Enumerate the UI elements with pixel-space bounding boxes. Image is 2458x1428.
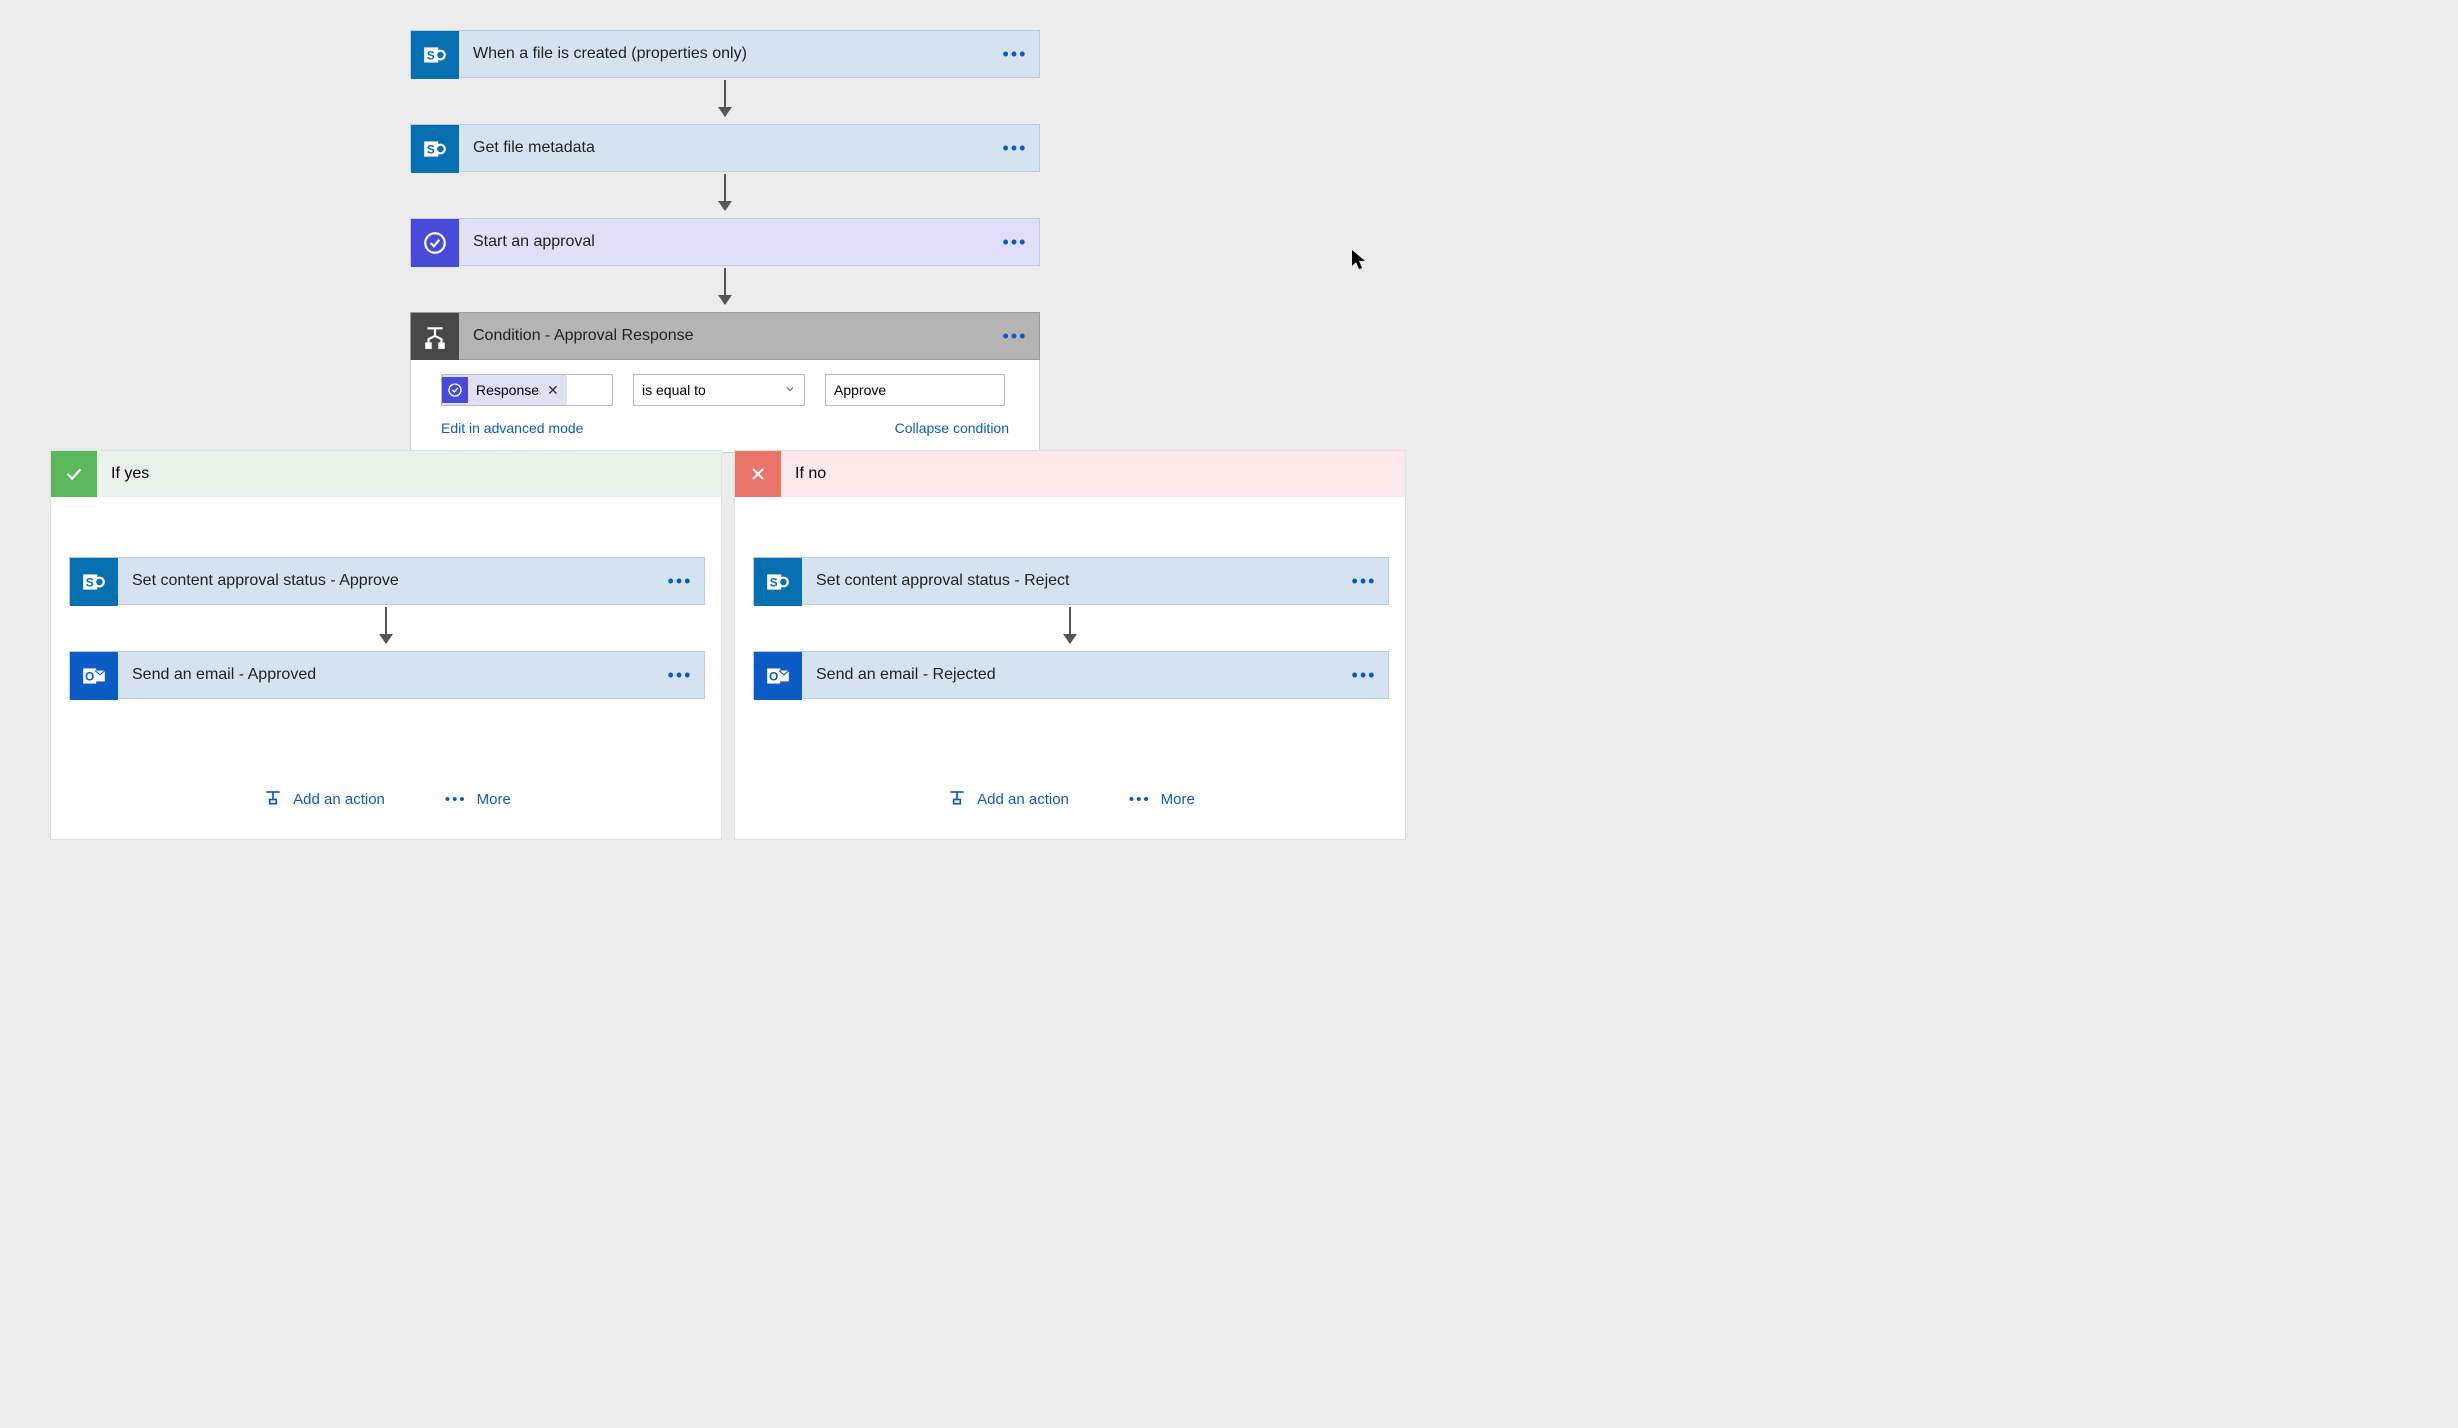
check-icon <box>51 451 97 497</box>
operator-value: is equal to <box>642 382 706 398</box>
branch-title: If yes <box>97 465 163 483</box>
link-label: More <box>477 791 511 808</box>
sharepoint-icon: S <box>754 558 802 606</box>
sharepoint-icon: S <box>411 125 459 173</box>
condition-value-input[interactable]: Approve <box>825 374 1005 406</box>
branch-header-yes: If yes <box>51 451 721 497</box>
more-icon: ••• <box>445 791 467 808</box>
flow-arrow-icon <box>724 80 726 116</box>
start-approval-step[interactable]: Start an approval ••• <box>410 218 1040 266</box>
edit-advanced-link[interactable]: Edit in advanced mode <box>441 420 583 436</box>
condition-left-operand[interactable]: Response ✕ <box>441 374 613 406</box>
step-title: Set content approval status - Approve <box>118 558 656 604</box>
step-menu-icon[interactable]: ••• <box>991 219 1039 265</box>
step-menu-icon[interactable]: ••• <box>991 313 1039 359</box>
svg-text:S: S <box>86 575 94 589</box>
outlook-icon: O <box>70 652 118 700</box>
flow-arrow-icon <box>385 607 387 643</box>
condition-step[interactable]: Condition - Approval Response ••• <box>410 312 1040 360</box>
approval-icon <box>411 219 459 267</box>
token-label: Response <box>476 382 539 398</box>
more-link[interactable]: ••• More <box>1129 787 1195 811</box>
response-token[interactable]: Response ✕ <box>442 375 567 405</box>
send-email-approved-step[interactable]: O Send an email - Approved ••• <box>69 651 705 699</box>
collapse-condition-link[interactable]: Collapse condition <box>895 420 1009 436</box>
value-text: Approve <box>834 382 886 398</box>
svg-text:S: S <box>427 48 435 62</box>
if-no-branch: If no S Set content approval status - Re… <box>734 450 1406 840</box>
step-menu-icon[interactable]: ••• <box>1340 558 1388 604</box>
mouse-cursor-icon <box>1350 248 1368 276</box>
branch-header-no: If no <box>735 451 1405 497</box>
step-title: When a file is created (properties only) <box>459 31 991 77</box>
step-menu-icon[interactable]: ••• <box>656 558 704 604</box>
condition-icon <box>411 313 459 361</box>
link-label: Add an action <box>977 791 1069 808</box>
svg-text:O: O <box>769 669 778 683</box>
step-title: Send an email - Approved <box>118 652 656 698</box>
get-metadata-step[interactable]: S Get file metadata ••• <box>410 124 1040 172</box>
set-approval-reject-step[interactable]: S Set content approval status - Reject •… <box>753 557 1389 605</box>
flow-arrow-icon <box>1069 607 1071 643</box>
condition-editor: Response ✕ is equal to Approve Edit in a… <box>410 360 1040 453</box>
trigger-step[interactable]: S When a file is created (properties onl… <box>410 30 1040 78</box>
remove-token-icon[interactable]: ✕ <box>547 382 559 399</box>
flow-arrow-icon <box>724 268 726 304</box>
step-title: Condition - Approval Response <box>459 313 991 359</box>
outlook-icon: O <box>754 652 802 700</box>
svg-text:S: S <box>770 575 778 589</box>
approval-icon <box>442 377 468 403</box>
add-action-icon <box>263 787 283 811</box>
step-menu-icon[interactable]: ••• <box>656 652 704 698</box>
link-label: Add an action <box>293 791 385 808</box>
branch-title: If no <box>781 465 840 483</box>
condition-operator-select[interactable]: is equal to <box>633 374 805 406</box>
step-menu-icon[interactable]: ••• <box>991 31 1039 77</box>
svg-text:S: S <box>427 142 435 156</box>
more-link[interactable]: ••• More <box>445 787 511 811</box>
sharepoint-icon: S <box>70 558 118 606</box>
sharepoint-icon: S <box>411 31 459 79</box>
x-icon <box>735 451 781 497</box>
step-title: Send an email - Rejected <box>802 652 1340 698</box>
step-menu-icon[interactable]: ••• <box>991 125 1039 171</box>
chevron-down-icon <box>784 382 796 398</box>
more-icon: ••• <box>1129 791 1151 808</box>
step-title: Get file metadata <box>459 125 991 171</box>
step-title: Start an approval <box>459 219 991 265</box>
add-action-icon <box>947 787 967 811</box>
add-action-link[interactable]: Add an action <box>263 787 385 811</box>
flow-canvas: S When a file is created (properties onl… <box>0 0 2458 1428</box>
flow-arrow-icon <box>724 174 726 210</box>
if-yes-branch: If yes S Set content approval status - A… <box>50 450 722 840</box>
set-approval-approve-step[interactable]: S Set content approval status - Approve … <box>69 557 705 605</box>
step-title: Set content approval status - Reject <box>802 558 1340 604</box>
add-action-link[interactable]: Add an action <box>947 787 1069 811</box>
link-label: More <box>1161 791 1195 808</box>
svg-text:O: O <box>85 669 94 683</box>
send-email-rejected-step[interactable]: O Send an email - Rejected ••• <box>753 651 1389 699</box>
step-menu-icon[interactable]: ••• <box>1340 652 1388 698</box>
